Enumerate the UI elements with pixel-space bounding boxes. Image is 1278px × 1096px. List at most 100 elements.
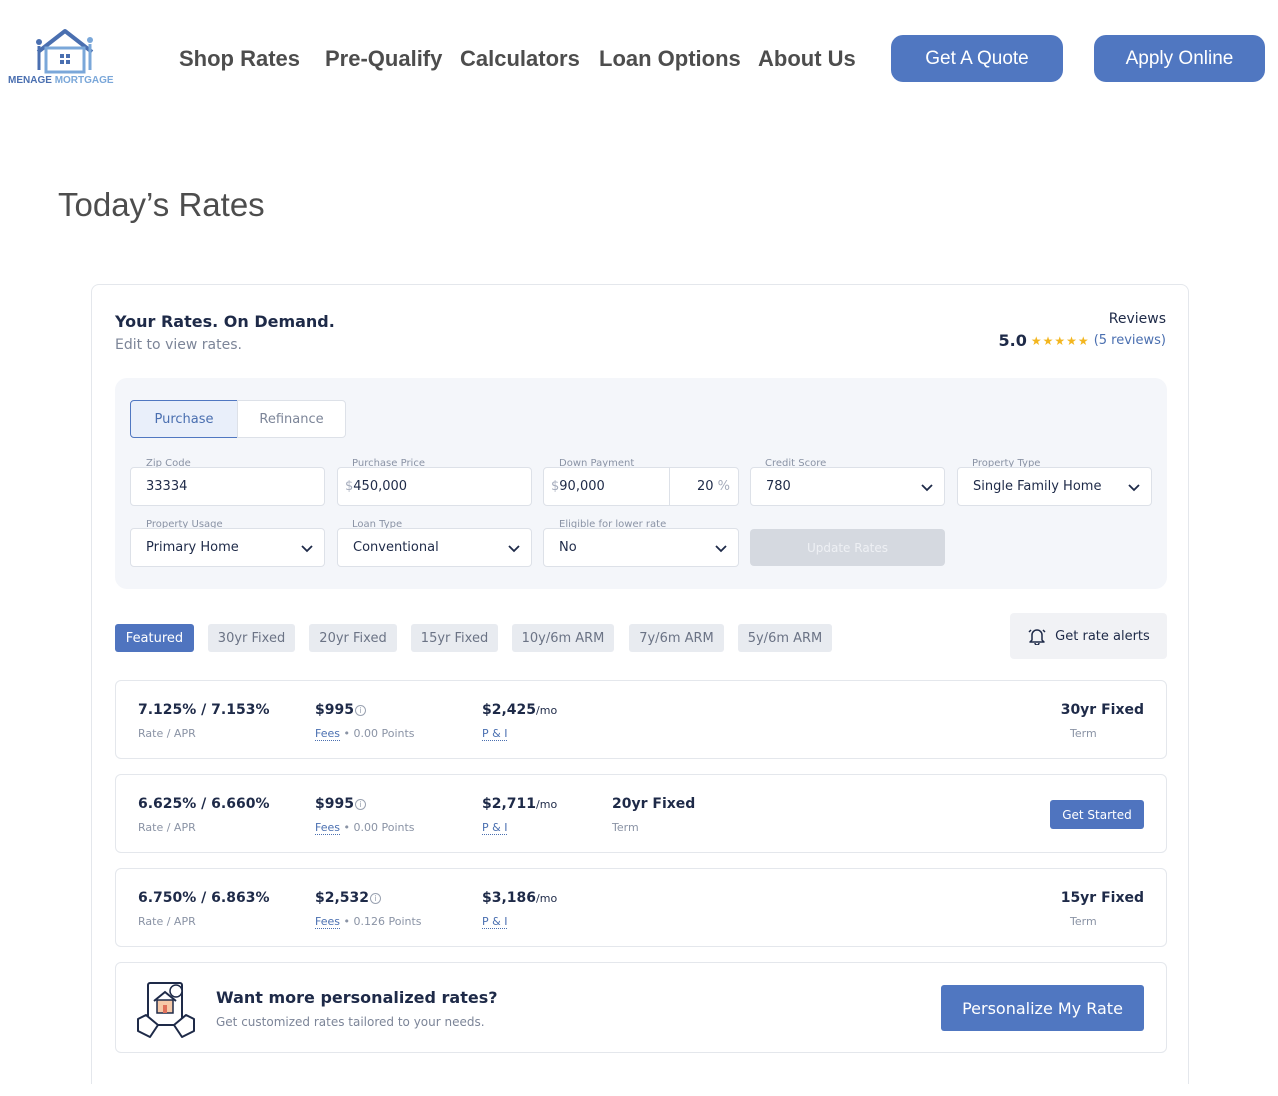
- promo-title: Want more personalized rates?: [216, 988, 498, 1007]
- eligible-select[interactable]: No: [543, 528, 739, 567]
- filter-featured[interactable]: Featured: [115, 624, 194, 652]
- fee-amount: $995 i: [315, 702, 366, 718]
- zip-code-value: 33334: [146, 479, 188, 494]
- property-usage-select[interactable]: Primary Home: [130, 528, 325, 567]
- rate-apr-value: 7.125% / 7.153%: [138, 702, 270, 718]
- fees-link[interactable]: Fees: [315, 727, 340, 741]
- property-usage-value: Primary Home: [146, 540, 239, 555]
- fees-link[interactable]: Fees: [315, 821, 340, 835]
- reviews-summary: 5.0 ★★★★★ (5 reviews): [999, 331, 1166, 350]
- fees-points: Fees • 0.126 Points: [315, 915, 422, 929]
- chevron-down-icon: [715, 545, 727, 553]
- fee-amount: $995 i: [315, 796, 366, 812]
- currency-prefix: $: [551, 479, 560, 494]
- down-payment-value: 90,000: [559, 479, 605, 494]
- bell-icon: [1028, 629, 1046, 645]
- chevron-down-icon: [921, 484, 933, 492]
- principal-interest-link[interactable]: P & I: [482, 915, 508, 929]
- widget-subtitle: Edit to view rates.: [115, 337, 242, 353]
- loan-term-label: Term: [1070, 727, 1097, 740]
- rate-card[interactable]: 6.625% / 6.660% Rate / APR $995 i Fees • …: [115, 774, 1167, 853]
- points-value: • 0.126 Points: [343, 915, 422, 928]
- house-logo-icon: [36, 29, 94, 74]
- loan-term-value: 30yr Fixed: [1060, 702, 1144, 718]
- info-icon[interactable]: i: [370, 893, 382, 904]
- loan-term-value: 20yr Fixed: [612, 796, 696, 812]
- points-value: • 0.00 Points: [343, 821, 415, 834]
- personalize-promo: Want more personalized rates? Get custom…: [115, 962, 1167, 1053]
- tab-refinance[interactable]: Refinance: [237, 400, 346, 438]
- field-divider: [669, 468, 670, 505]
- rates-widget: Your Rates. On Demand. Edit to view rate…: [91, 284, 1189, 1084]
- personalize-my-rate-button[interactable]: Personalize My Rate: [941, 985, 1144, 1031]
- filter-30yr-fixed[interactable]: 30yr Fixed: [208, 624, 295, 652]
- nav-about-us[interactable]: About Us: [758, 46, 856, 72]
- purchase-price-value: 450,000: [353, 479, 408, 494]
- rate-search-form: Purchase Refinance Zip Code 33334 Purcha…: [115, 378, 1167, 589]
- purchase-price-input[interactable]: $450,000: [337, 467, 532, 506]
- get-rate-alerts-label: Get rate alerts: [1055, 628, 1150, 644]
- zip-code-input[interactable]: 33334: [130, 467, 325, 506]
- tab-purchase[interactable]: Purchase: [130, 400, 238, 438]
- rate-apr-label: Rate / APR: [138, 727, 196, 740]
- currency-prefix: $: [345, 479, 354, 494]
- filter-20yr-fixed[interactable]: 20yr Fixed: [309, 624, 397, 652]
- principal-interest-link[interactable]: P & I: [482, 727, 508, 741]
- property-type-value: Single Family Home: [973, 479, 1102, 494]
- brand-logo[interactable]: MENAGE MORTGAGE: [6, 26, 124, 90]
- chevron-down-icon: [508, 545, 520, 553]
- rate-apr-value: 6.625% / 6.660%: [138, 796, 270, 812]
- get-a-quote-button[interactable]: Get A Quote: [891, 35, 1063, 82]
- monthly-payment: $2,425/mo: [482, 702, 558, 718]
- logo-wordmark: MENAGE MORTGAGE: [8, 75, 114, 86]
- credit-score-select[interactable]: 780: [750, 467, 945, 506]
- nav-shop-rates[interactable]: Shop Rates: [179, 46, 300, 72]
- fees-link[interactable]: Fees: [315, 915, 340, 929]
- fee-amount: $2,532 i: [315, 890, 382, 906]
- widget-title: Your Rates. On Demand.: [115, 312, 335, 331]
- principal-interest-link[interactable]: P & I: [482, 821, 508, 835]
- promo-subtitle: Get customized rates tailored to your ne…: [216, 1015, 485, 1029]
- filter-10y-arm[interactable]: 10y/6m ARM: [512, 624, 614, 652]
- down-payment-input[interactable]: $90,000 20 %: [543, 467, 739, 506]
- loan-type-select[interactable]: Conventional: [337, 528, 532, 567]
- fees-points: Fees • 0.00 Points: [315, 727, 415, 741]
- star-rating-icon: ★★★★★: [1030, 333, 1090, 348]
- info-icon[interactable]: i: [354, 799, 366, 810]
- monthly-payment: $2,711/mo: [482, 796, 558, 812]
- filter-15yr-fixed[interactable]: 15yr Fixed: [411, 624, 498, 652]
- rate-apr-label: Rate / APR: [138, 915, 196, 928]
- nav-calculators[interactable]: Calculators: [460, 46, 580, 72]
- rate-apr-value: 6.750% / 6.863%: [138, 890, 270, 906]
- loan-term-value: 15yr Fixed: [1060, 890, 1144, 906]
- eligible-value: No: [559, 540, 577, 555]
- loan-term-label: Term: [1070, 915, 1097, 928]
- chevron-down-icon: [301, 545, 313, 553]
- nav-loan-options[interactable]: Loan Options: [599, 46, 741, 72]
- get-rate-alerts-button[interactable]: Get rate alerts: [1010, 613, 1167, 659]
- filter-5y-arm[interactable]: 5y/6m ARM: [738, 624, 832, 652]
- rate-card[interactable]: 6.750% / 6.863% Rate / APR $2,532 i Fees …: [115, 868, 1167, 947]
- info-icon[interactable]: i: [354, 705, 366, 716]
- rate-apr-label: Rate / APR: [138, 821, 196, 834]
- property-type-select[interactable]: Single Family Home: [957, 467, 1152, 506]
- reviews-count-link[interactable]: (5 reviews): [1094, 333, 1166, 348]
- rate-card[interactable]: 7.125% / 7.153% Rate / APR $995 i Fees • …: [115, 680, 1167, 759]
- reviews-label: Reviews: [1108, 311, 1166, 327]
- review-score: 5.0: [998, 331, 1027, 350]
- update-rates-button[interactable]: Update Rates: [750, 529, 945, 566]
- points-value: • 0.00 Points: [343, 727, 415, 740]
- apply-online-button[interactable]: Apply Online: [1094, 35, 1265, 82]
- document-house-icon: [137, 982, 195, 1038]
- loan-type-value: Conventional: [353, 540, 439, 555]
- loan-term-label: Term: [612, 821, 639, 834]
- filter-7y-arm[interactable]: 7y/6m ARM: [629, 624, 724, 652]
- get-started-button[interactable]: Get Started: [1050, 800, 1144, 829]
- monthly-payment: $3,186/mo: [482, 890, 558, 906]
- page-title: Today’s Rates: [58, 186, 265, 223]
- credit-score-value: 780: [766, 479, 791, 494]
- fees-points: Fees • 0.00 Points: [315, 821, 415, 835]
- nav-pre-qualify[interactable]: Pre-Qualify: [325, 46, 442, 72]
- chevron-down-icon: [1128, 484, 1140, 492]
- down-payment-percent[interactable]: 20 %: [697, 479, 730, 494]
